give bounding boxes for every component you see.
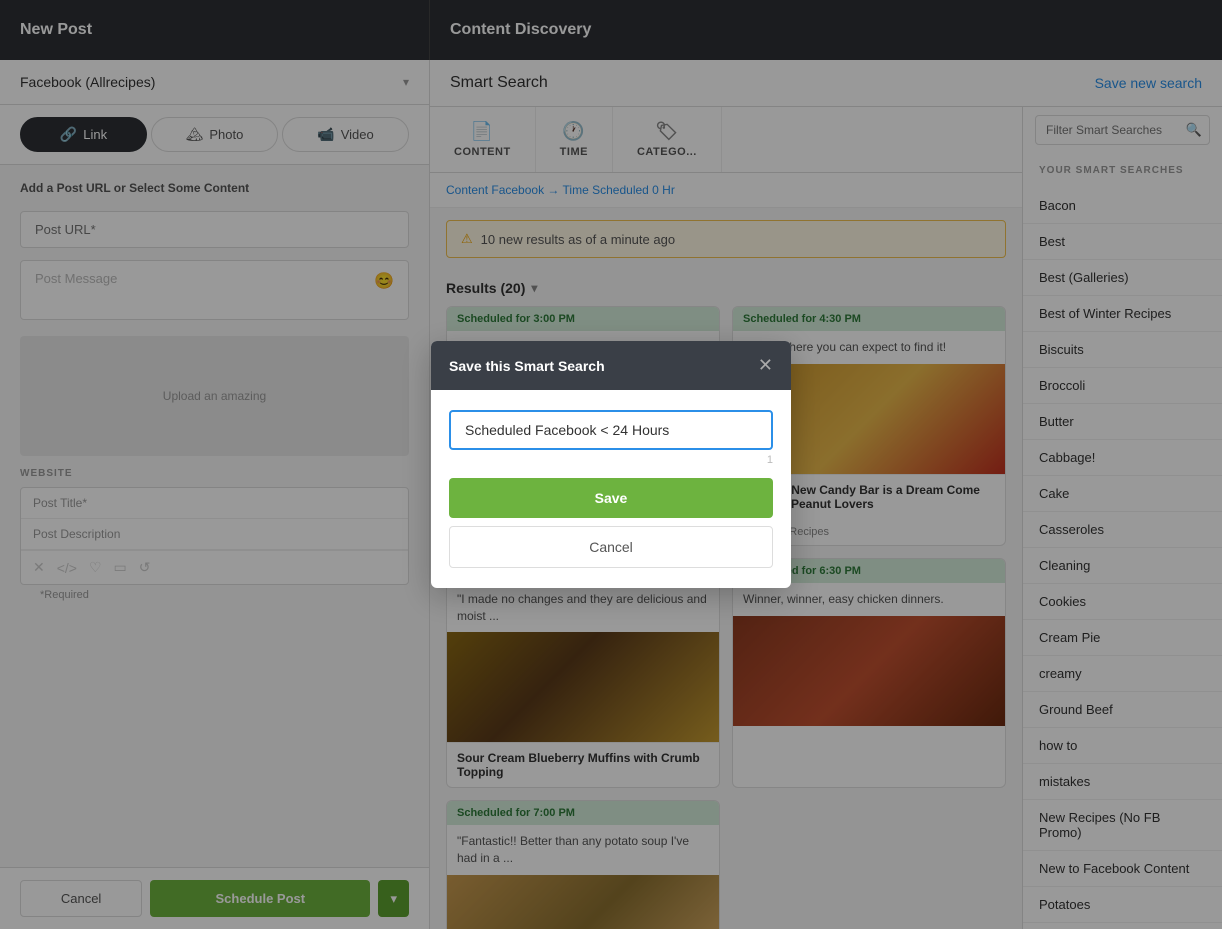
modal-char-count: 1 bbox=[449, 454, 773, 466]
save-search-modal: Save this Smart Search ✕ 1 Save Cancel bbox=[431, 341, 791, 588]
modal-title: Save this Smart Search bbox=[449, 358, 605, 374]
modal-body: 1 Save Cancel bbox=[431, 390, 791, 588]
modal-save-button[interactable]: Save bbox=[449, 478, 773, 518]
modal-cancel-button[interactable]: Cancel bbox=[449, 526, 773, 568]
modal-header: Save this Smart Search ✕ bbox=[431, 341, 791, 390]
modal-overlay: Save this Smart Search ✕ 1 Save Cancel bbox=[0, 0, 1222, 929]
modal-search-name-input[interactable] bbox=[449, 410, 773, 450]
modal-close-button[interactable]: ✕ bbox=[758, 355, 773, 376]
